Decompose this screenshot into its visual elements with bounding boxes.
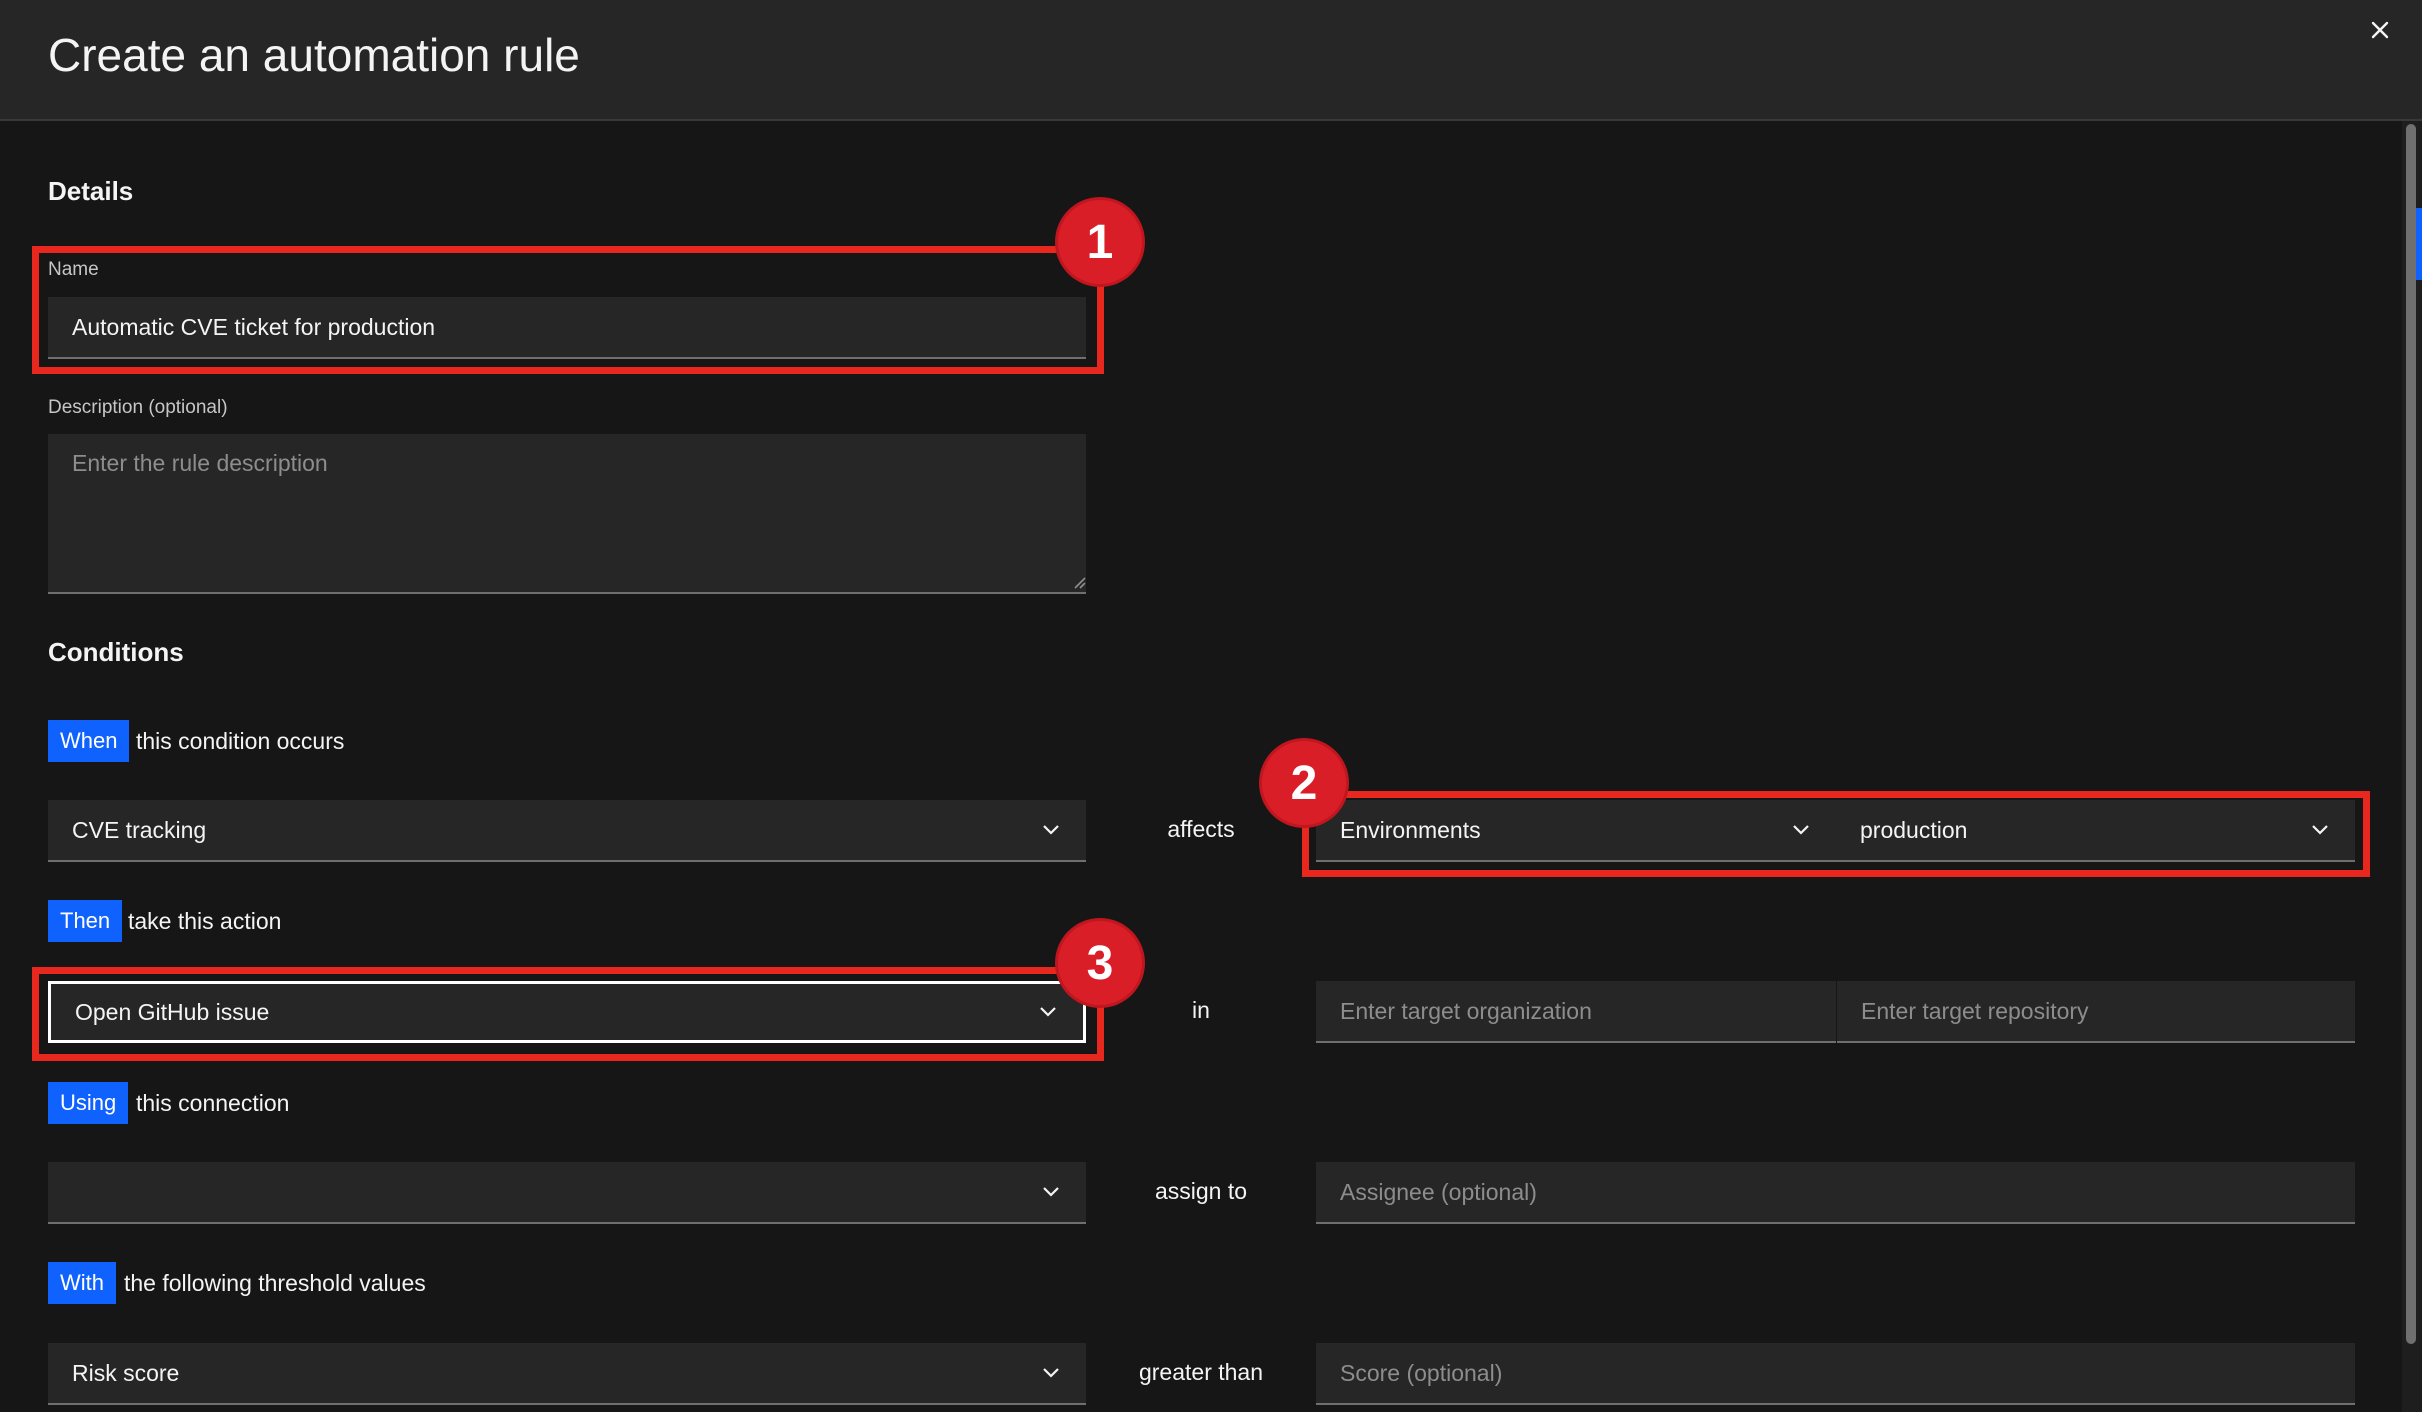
in-label: in	[1192, 997, 1210, 1023]
name-label: Name	[48, 259, 99, 280]
callout-badge-1: 1	[1058, 200, 1142, 284]
chevron-down-icon	[1043, 1368, 1059, 1378]
action-select-value: Open GitHub issue	[75, 998, 270, 1025]
with-tag: With	[48, 1262, 116, 1304]
description-label: Description (optional)	[48, 397, 228, 418]
modal-title: Create an automation rule	[48, 29, 580, 81]
then-text: take this action	[128, 908, 282, 934]
chevron-down-icon	[1043, 1187, 1059, 1197]
environment-select[interactable]: production	[1836, 800, 2355, 862]
chevron-down-icon	[1043, 825, 1059, 835]
automation-rule-modal: Create an automation rule Details Name D…	[0, 0, 2422, 1412]
threshold-select[interactable]: Risk score	[48, 1343, 1086, 1405]
score-input[interactable]	[1316, 1343, 2355, 1405]
close-button[interactable]	[2362, 12, 2398, 48]
assignee-input[interactable]	[1316, 1162, 2355, 1224]
connection-select[interactable]	[48, 1162, 1086, 1224]
callout-badge-3: 3	[1058, 921, 1142, 1005]
threshold-select-value: Risk score	[72, 1359, 180, 1386]
resize-grip-icon[interactable]	[1072, 575, 1086, 589]
environment-select-value: production	[1860, 816, 1968, 843]
scope-select[interactable]: Environments	[1316, 800, 1836, 862]
scrollbar-thumb[interactable]	[2406, 124, 2416, 1344]
modal-header: Create an automation rule	[0, 0, 2422, 121]
assign-to-label: assign to	[1154, 1178, 1248, 1204]
affects-label: affects	[1167, 816, 1235, 842]
description-textarea[interactable]	[48, 434, 1086, 594]
when-tag: When	[48, 720, 130, 762]
scrollbar-accent	[2416, 208, 2422, 280]
then-tag: Then	[48, 900, 123, 942]
condition-select-value: CVE tracking	[72, 816, 207, 843]
using-tag: Using	[48, 1082, 129, 1124]
target-repository-input[interactable]	[1837, 981, 2355, 1043]
conditions-heading: Conditions	[48, 637, 184, 667]
using-text: this connection	[136, 1090, 290, 1116]
condition-select[interactable]: CVE tracking	[48, 800, 1086, 862]
name-input[interactable]	[48, 297, 1086, 359]
chevron-down-icon	[2312, 825, 2328, 835]
when-text: this condition occurs	[136, 728, 345, 754]
with-text: the following threshold values	[124, 1270, 426, 1296]
close-icon	[2371, 21, 2389, 39]
scope-select-value: Environments	[1340, 816, 1481, 843]
target-organization-input[interactable]	[1316, 981, 1836, 1043]
chevron-down-icon	[1793, 825, 1809, 835]
details-heading: Details	[48, 176, 134, 206]
greater-than-label: greater than	[1138, 1359, 1264, 1385]
chevron-down-icon	[1040, 1007, 1056, 1017]
callout-badge-2: 2	[1262, 741, 1346, 825]
action-select[interactable]: Open GitHub issue	[48, 981, 1086, 1043]
